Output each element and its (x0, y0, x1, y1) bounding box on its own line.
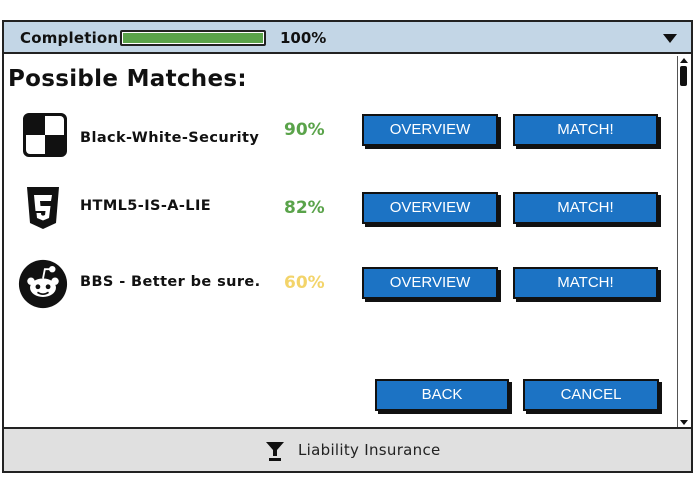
completion-bar[interactable]: Completion: 100% (4, 22, 691, 54)
cancel-button[interactable]: CANCEL (523, 379, 659, 411)
progress-value: 100% (280, 29, 327, 47)
match-percent: 82% (284, 198, 325, 218)
window-frame: Completion: 100% Possible Matches: Black… (2, 20, 693, 473)
footer-bar[interactable]: Liability Insurance (4, 427, 691, 471)
page-title: Possible Matches: (8, 66, 247, 92)
footer-label: Liability Insurance (298, 441, 441, 459)
match-row: HTML5-IS-A-LIE 82% OVERVIEW MATCH! (4, 184, 674, 234)
checkerboard-icon (23, 113, 67, 157)
chevron-down-icon[interactable] (663, 34, 677, 43)
match-name: BBS - Better be sure. (80, 274, 261, 290)
match-row: Black-White-Security 90% OVERVIEW MATCH! (4, 110, 674, 160)
reddit-icon (18, 259, 68, 309)
back-button[interactable]: BACK (375, 379, 509, 411)
overview-button[interactable]: OVERVIEW (362, 267, 498, 299)
funnel-icon (266, 442, 284, 461)
match-button[interactable]: MATCH! (513, 267, 658, 299)
match-button[interactable]: MATCH! (513, 192, 658, 224)
scroll-thumb[interactable] (680, 66, 687, 86)
overview-button[interactable]: OVERVIEW (362, 192, 498, 224)
scroll-down-arrow-icon[interactable] (680, 420, 688, 425)
match-button[interactable]: MATCH! (513, 114, 658, 146)
match-percent: 60% (284, 273, 325, 293)
match-name: Black-White-Security (80, 130, 260, 146)
completion-label: Completion: (20, 29, 125, 47)
match-name: HTML5-IS-A-LIE (80, 198, 212, 214)
progress-bar (120, 30, 266, 46)
vertical-scrollbar[interactable] (677, 56, 689, 427)
progress-fill (123, 33, 263, 43)
match-percent: 90% (284, 120, 325, 140)
scroll-up-arrow-icon[interactable] (680, 58, 688, 63)
html5-icon (27, 187, 59, 229)
match-row: BBS - Better be sure. 60% OVERVIEW MATCH… (4, 259, 674, 309)
overview-button[interactable]: OVERVIEW (362, 114, 498, 146)
